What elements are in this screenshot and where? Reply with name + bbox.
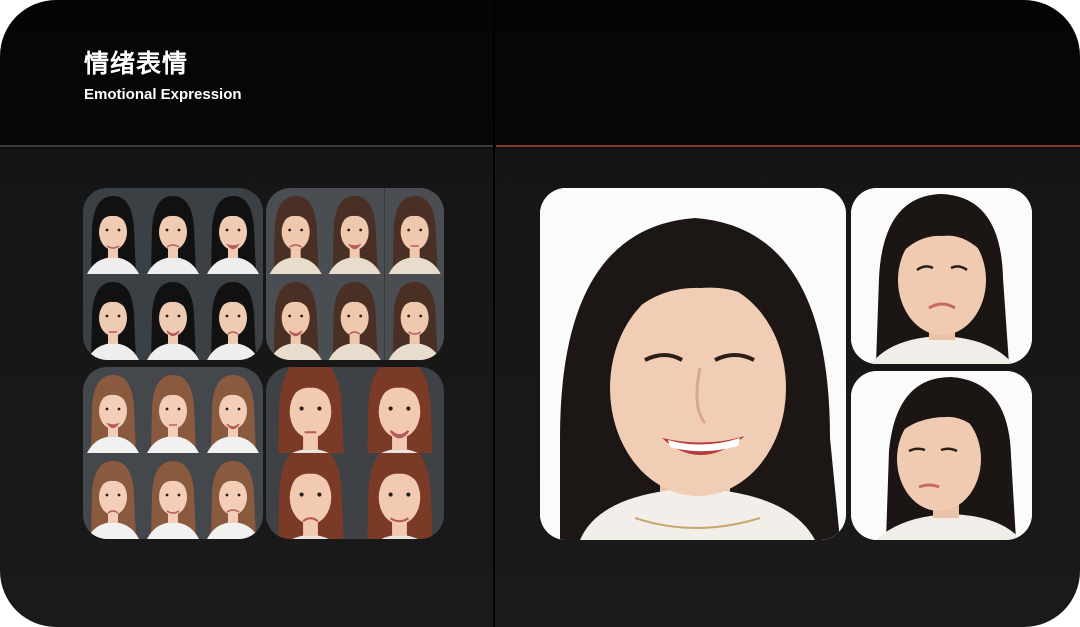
expression-thumbnail (325, 274, 385, 360)
expression-thumbnail (355, 453, 444, 539)
face-thumbnail-illustration (143, 274, 203, 360)
portrait-sad-small (851, 188, 1032, 364)
expression-thumbnail (83, 367, 143, 453)
expression-thumbnail (143, 274, 203, 360)
face-thumbnail-illustration (355, 367, 444, 453)
expression-thumbnail (203, 274, 263, 360)
face-thumbnail-illustration (266, 188, 326, 274)
expression-thumbnail (384, 188, 444, 274)
expression-thumbnail (83, 274, 143, 360)
expression-thumbnail (384, 274, 444, 360)
portrait-side-small (851, 371, 1032, 540)
face-thumbnail-illustration (384, 188, 444, 274)
face-thumbnail-illustration (203, 188, 263, 274)
face-thumbnail-illustration (266, 274, 326, 360)
face-thumbnail-illustration (325, 274, 385, 360)
face-thumbnail-illustration (83, 188, 143, 274)
side-face-illustration (851, 371, 1032, 540)
expression-thumbnail (355, 367, 444, 453)
face-thumbnail-illustration (83, 453, 143, 539)
face-thumbnail-illustration (266, 453, 355, 539)
face-thumbnail-illustration (83, 274, 143, 360)
expression-thumbnail (203, 453, 263, 539)
expression-thumbnail (83, 453, 143, 539)
face-thumbnail-illustration (203, 453, 263, 539)
divider-left (0, 145, 493, 147)
expression-grid-black-hair (83, 188, 263, 360)
page-subtitle: Emotional Expression (84, 86, 242, 103)
expression-thumbnail (143, 453, 203, 539)
emotion-showcase-card: 情绪表情 Emotional Expression (0, 0, 1080, 627)
portrait-smiling-large (540, 188, 846, 540)
expression-thumbnail (266, 453, 355, 539)
expression-thumbnail (266, 274, 326, 360)
face-thumbnail-illustration (83, 367, 143, 453)
expression-thumbnail (143, 188, 203, 274)
expression-thumbnail (266, 367, 355, 453)
expression-grid-light-brown-hair (83, 367, 263, 539)
expression-thumbnail (203, 188, 263, 274)
sad-face-illustration (851, 188, 1032, 364)
divider-right (496, 145, 1080, 147)
face-thumbnail-illustration (143, 367, 203, 453)
expression-thumbnail (266, 188, 326, 274)
face-thumbnail-illustration (325, 188, 385, 274)
divider-vertical (493, 0, 495, 627)
face-thumbnail-illustration (143, 453, 203, 539)
face-thumbnail-illustration (143, 188, 203, 274)
face-thumbnail-illustration (266, 367, 355, 453)
face-thumbnail-illustration (355, 453, 444, 539)
face-thumbnail-illustration (203, 274, 263, 360)
expression-thumbnail (325, 188, 385, 274)
expression-grid-auburn-hair (266, 367, 444, 539)
expression-thumbnail (143, 367, 203, 453)
face-thumbnail-illustration (384, 274, 444, 360)
expression-grid-brown-hair (266, 188, 444, 360)
expression-thumbnail (83, 188, 143, 274)
smiling-face-illustration (540, 188, 846, 540)
page-title: 情绪表情 (84, 49, 189, 78)
face-thumbnail-illustration (203, 367, 263, 453)
expression-thumbnail (203, 367, 263, 453)
